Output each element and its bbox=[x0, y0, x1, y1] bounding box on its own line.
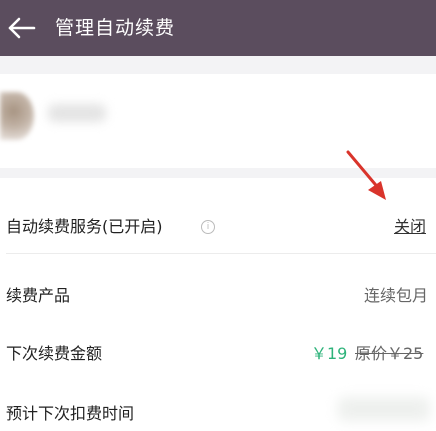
top-bar: 管理自动续费 bbox=[0, 0, 436, 56]
renew-price: ￥19 bbox=[311, 344, 348, 363]
section-gap bbox=[0, 56, 436, 74]
info-circle-icon[interactable]: i bbox=[201, 220, 215, 234]
next-renew-amount-label: 下次续费金额 bbox=[6, 344, 103, 363]
red-pointer-arrow-icon bbox=[346, 150, 386, 200]
next-charge-time-value-blurred bbox=[338, 397, 430, 421]
next-charge-time-label: 预计下次扣费时间 bbox=[6, 404, 135, 423]
next-renew-amount-row: 下次续费金额 ￥19 原价￥25 bbox=[0, 324, 436, 384]
page-title: 管理自动续费 bbox=[55, 17, 176, 39]
close-auto-renew-link[interactable]: 关闭 bbox=[394, 215, 426, 239]
avatar bbox=[0, 92, 34, 140]
original-price: 原价￥25 bbox=[355, 344, 424, 363]
renew-product-value: 连续包月 bbox=[363, 286, 428, 305]
user-name-blurred bbox=[48, 104, 106, 122]
renew-product-row: 续费产品 连续包月 bbox=[0, 254, 436, 324]
renew-product-label: 续费产品 bbox=[6, 286, 71, 305]
arrow-left-icon[interactable] bbox=[6, 13, 38, 43]
auto-renew-service-label: 自动续费服务(已开启) bbox=[6, 217, 163, 236]
